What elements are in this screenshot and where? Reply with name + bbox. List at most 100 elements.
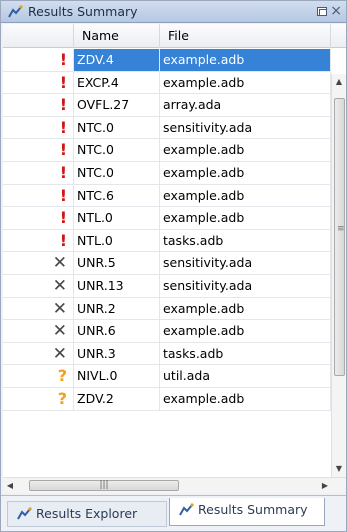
name-cell: ZDV.2 [74, 387, 160, 410]
status-cell: ! [3, 207, 74, 230]
file-cell: example.adb [160, 71, 331, 94]
status-cell: ✕ [3, 297, 74, 320]
column-header-name[interactable]: Name [74, 24, 160, 48]
horizontal-scroll-thumb[interactable]: ||| [29, 480, 179, 491]
red-exclamation-icon: ! [59, 208, 67, 228]
tab-results-summary[interactable]: Results Summary [169, 498, 325, 526]
status-cell: ! [3, 116, 74, 139]
table-row[interactable]: ✕ UNR.6 example.adb [3, 320, 331, 343]
restore-icon[interactable] [317, 7, 327, 16]
scroll-right-arrow-icon[interactable]: ▶ [318, 478, 332, 494]
name-cell: UNR.13 [74, 274, 160, 297]
name-cell: NTL.0 [74, 207, 160, 230]
results-icon [8, 5, 23, 18]
name-cell: OVFL.27 [74, 94, 160, 117]
status-cell: ✕ [3, 252, 74, 275]
table-row[interactable]: ! NTC.0 sensitivity.ada [3, 116, 331, 140]
status-cell: ! [3, 49, 74, 71]
table-row[interactable]: ✕ UNR.3 tasks.adb [3, 342, 331, 366]
tab-label: Results Summary [198, 502, 308, 517]
red-exclamation-icon: ! [59, 140, 67, 160]
red-exclamation-icon: ! [59, 95, 67, 115]
file-cell: tasks.adb [160, 342, 331, 365]
table-header: Name File [3, 24, 346, 48]
scroll-up-arrow-icon[interactable]: ▲ [332, 74, 346, 90]
file-cell: example.adb [160, 297, 331, 320]
status-cell: ! [3, 229, 74, 252]
file-cell: example.adb [160, 387, 331, 410]
table-row[interactable]: ! NTC.0 example.adb [3, 139, 331, 162]
table-row[interactable]: ? ZDV.2 example.adb [3, 387, 331, 411]
red-exclamation-icon: ! [59, 72, 67, 92]
column-header-icon[interactable] [3, 24, 74, 48]
name-cell: EXCP.4 [74, 71, 160, 94]
orange-question-icon: ? [57, 366, 67, 386]
name-cell: UNR.3 [74, 342, 160, 365]
name-cell: NTC.6 [74, 184, 160, 207]
file-cell: sensitivity.ada [160, 252, 331, 275]
status-cell: ! [3, 184, 74, 207]
file-cell: array.ada [160, 94, 331, 117]
vertical-scrollbar[interactable]: ▲ ≡ ▼ [331, 74, 346, 477]
file-cell: example.adb [160, 320, 331, 343]
file-cell: util.ada [160, 365, 331, 388]
gray-x-icon: ✕ [52, 253, 67, 274]
results-summary-panel: Results Summary × Name File ! ZDV.4 exampl… [0, 0, 347, 532]
table-row[interactable]: ! NTC.0 example.adb [3, 161, 331, 185]
status-cell: ✕ [3, 274, 74, 297]
name-cell: NTC.0 [74, 116, 160, 139]
close-icon[interactable]: × [330, 3, 342, 19]
column-header-file[interactable]: File [160, 24, 331, 48]
tab-results-explorer[interactable]: Results Explorer [7, 501, 167, 527]
scroll-down-arrow-icon[interactable]: ▼ [332, 461, 346, 477]
bottom-tab-bar: Results Explorer Results Summary [1, 495, 346, 531]
red-exclamation-icon: ! [59, 162, 67, 182]
table-row[interactable]: ! NTL.0 tasks.adb [3, 229, 331, 253]
table-row[interactable]: ✕ UNR.13 sensitivity.ada [3, 274, 331, 298]
gray-x-icon: ✕ [52, 321, 67, 342]
name-cell: NTC.0 [74, 139, 160, 162]
name-cell: NTL.0 [74, 229, 160, 252]
file-cell: example.adb [160, 49, 331, 71]
name-cell: UNR.2 [74, 297, 160, 320]
red-exclamation-icon: ! [59, 50, 67, 69]
status-cell: ✕ [3, 342, 74, 365]
table-body: ! ZDV.4 example.adb! EXCP.4 example.adb! OVFL… [3, 49, 331, 411]
gray-x-icon: ✕ [52, 275, 67, 296]
red-exclamation-icon: ! [59, 185, 67, 205]
tab-label: Results Explorer [36, 506, 138, 521]
table-row[interactable]: ✕ UNR.5 sensitivity.ada [3, 252, 331, 275]
file-cell: sensitivity.ada [160, 116, 331, 139]
orange-question-icon: ? [57, 388, 67, 408]
name-cell: NIVL.0 [74, 365, 160, 388]
results-icon [17, 507, 32, 520]
red-exclamation-icon: ! [59, 117, 67, 137]
status-cell: ! [3, 139, 74, 162]
file-cell: tasks.adb [160, 229, 331, 252]
name-cell: ZDV.4 [74, 49, 160, 71]
status-cell: ? [3, 387, 74, 410]
panel-title: Results Summary [28, 4, 138, 19]
gray-x-icon: ✕ [52, 298, 67, 319]
results-icon [179, 503, 194, 516]
scroll-left-arrow-icon[interactable]: ◀ [3, 478, 17, 494]
results-table: Name File ! ZDV.4 example.adb! EXCP.4 exampl… [3, 24, 346, 477]
status-cell: ! [3, 94, 74, 117]
red-exclamation-icon: ! [59, 230, 67, 250]
file-cell: sensitivity.ada [160, 274, 331, 297]
table-row[interactable]: ! EXCP.4 example.adb [3, 71, 331, 95]
table-row[interactable]: ✕ UNR.2 example.adb [3, 297, 331, 321]
vertical-scroll-thumb[interactable]: ≡ [334, 98, 345, 376]
table-row[interactable]: ! NTL.0 example.adb [3, 207, 331, 230]
table-row[interactable]: ? NIVL.0 util.ada [3, 365, 331, 388]
name-cell: UNR.6 [74, 320, 160, 343]
horizontal-scrollbar[interactable]: ◀ ||| ▶ [3, 477, 346, 493]
status-cell: ✕ [3, 320, 74, 343]
table-row[interactable]: ! OVFL.27 array.ada [3, 94, 331, 117]
table-row[interactable]: ! NTC.6 example.adb [3, 184, 331, 208]
file-cell: example.adb [160, 184, 331, 207]
panel-title-bar[interactable]: Results Summary × [1, 1, 346, 23]
status-cell: ? [3, 365, 74, 388]
table-row[interactable]: ! ZDV.4 example.adb [3, 49, 331, 72]
file-cell: example.adb [160, 207, 331, 230]
